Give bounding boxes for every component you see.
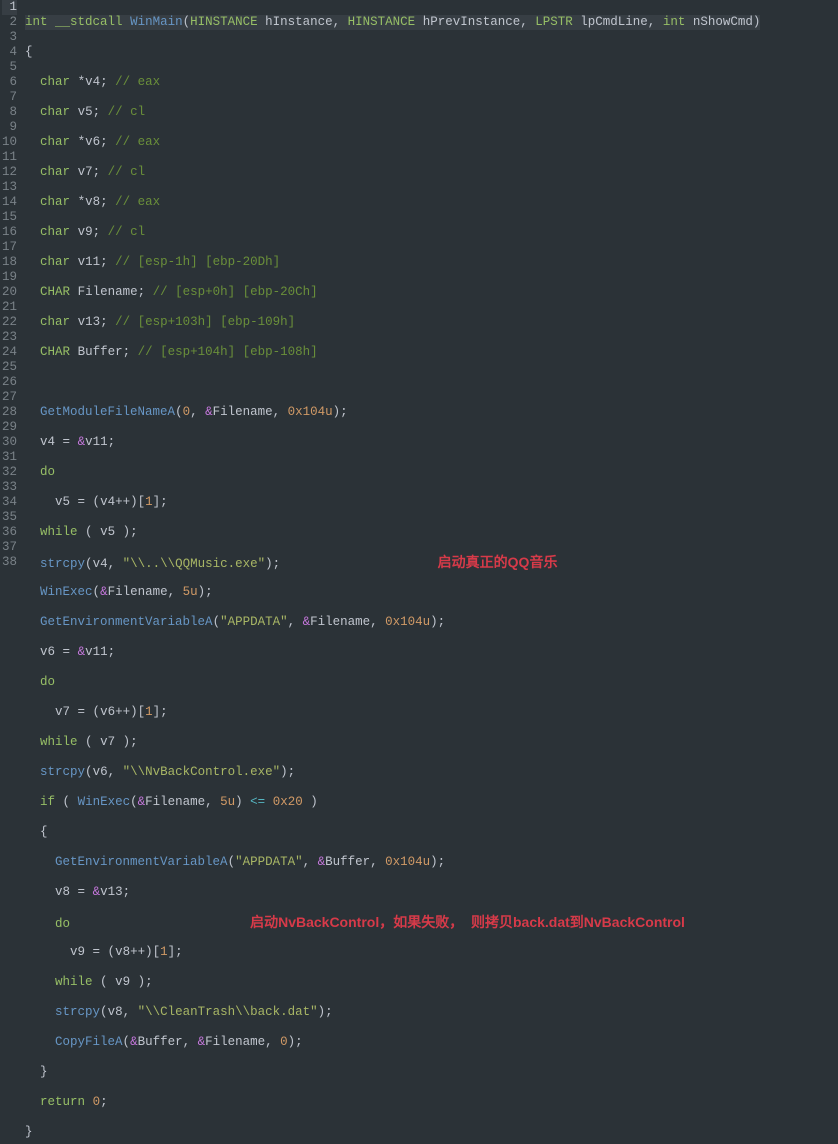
line-number: 10 — [2, 135, 17, 150]
line-number: 32 — [2, 465, 17, 480]
code-area[interactable]: int __stdcall WinMain(HINSTANCE hInstanc… — [23, 0, 760, 572]
line-number: 35 — [2, 510, 17, 525]
line-number: 23 — [2, 330, 17, 345]
code-editor: 1234567891011121314151617181920212223242… — [0, 0, 838, 572]
line-number: 26 — [2, 375, 17, 390]
line-number: 7 — [2, 90, 17, 105]
line-number: 28 — [2, 405, 17, 420]
line-number: 38 — [2, 555, 17, 570]
line-number: 3 — [2, 30, 17, 45]
annotation-2: 启动NvBackControl，如果失败， 则拷贝back.dat到NvBack… — [250, 914, 685, 930]
line-number: 25 — [2, 360, 17, 375]
line-number: 18 — [2, 255, 17, 270]
line-number: 33 — [2, 480, 17, 495]
line-number: 29 — [2, 420, 17, 435]
line-number: 24 — [2, 345, 17, 360]
line-number: 15 — [2, 210, 17, 225]
function-name: WinMain — [130, 15, 183, 29]
annotation-1: 启动真正的QQ音乐 — [438, 554, 558, 570]
keyword: int — [25, 15, 48, 29]
line-number: 17 — [2, 240, 17, 255]
line-number: 1 — [2, 0, 17, 15]
line-number: 16 — [2, 225, 17, 240]
line-number: 31 — [2, 450, 17, 465]
line-number: 36 — [2, 525, 17, 540]
line-number-gutter: 1234567891011121314151617181920212223242… — [0, 0, 23, 572]
line-number: 4 — [2, 45, 17, 60]
line-number: 11 — [2, 150, 17, 165]
line-number: 14 — [2, 195, 17, 210]
line-number: 9 — [2, 120, 17, 135]
line-number: 21 — [2, 300, 17, 315]
line-number: 2 — [2, 15, 17, 30]
line-number: 5 — [2, 60, 17, 75]
line-number: 20 — [2, 285, 17, 300]
line-number: 22 — [2, 315, 17, 330]
line-number: 19 — [2, 270, 17, 285]
line-number: 13 — [2, 180, 17, 195]
comment: // eax — [115, 75, 160, 89]
line-number: 6 — [2, 75, 17, 90]
line-number: 12 — [2, 165, 17, 180]
line-number: 27 — [2, 390, 17, 405]
line-number: 37 — [2, 540, 17, 555]
line-number: 8 — [2, 105, 17, 120]
line-number: 34 — [2, 495, 17, 510]
line-number: 30 — [2, 435, 17, 450]
